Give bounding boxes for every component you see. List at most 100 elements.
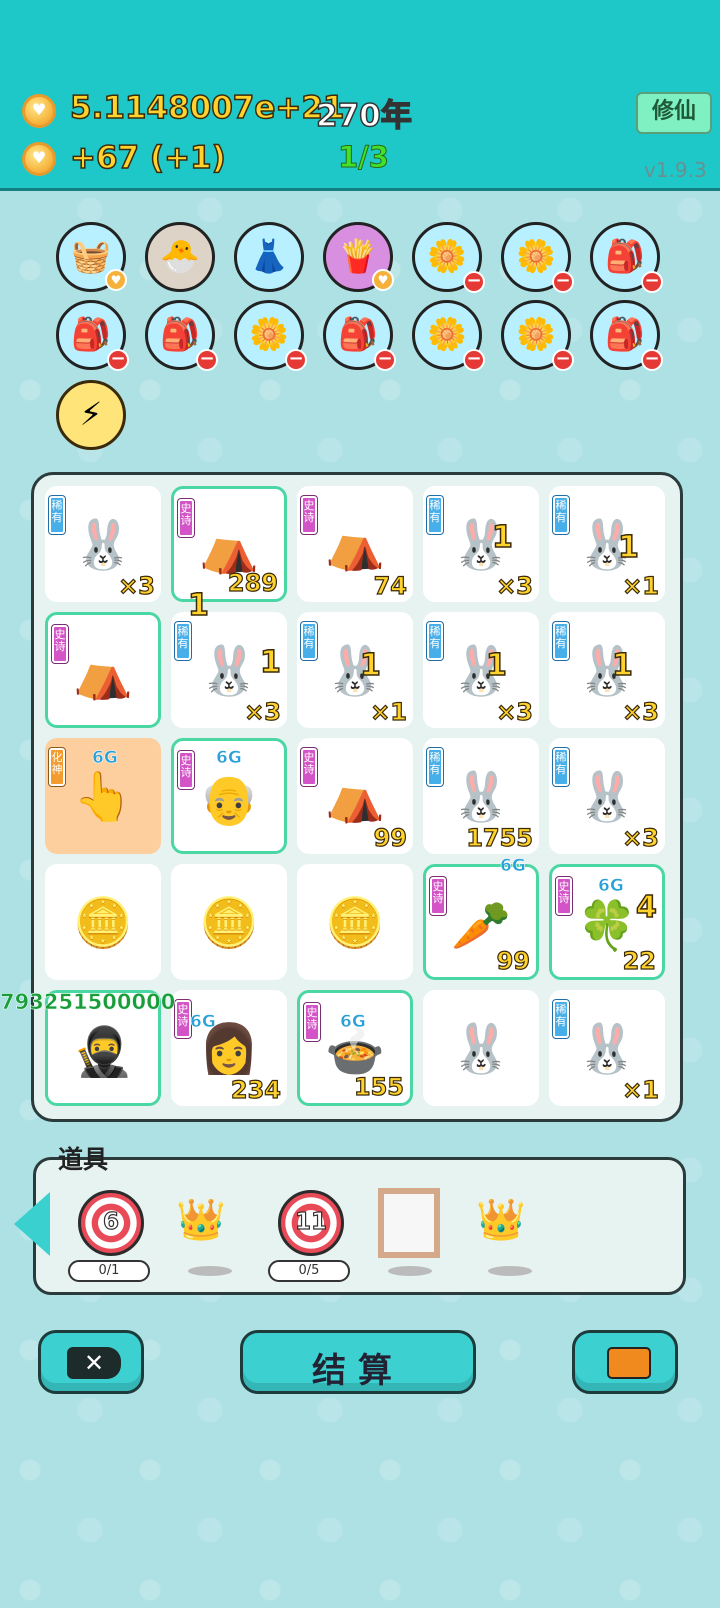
inventory-slot[interactable]: 🍟 ♥ [323, 222, 394, 292]
remove-badge-icon[interactable]: − [641, 349, 663, 371]
board-cell[interactable]: 稀有 🐰 ×1 [297, 612, 413, 728]
inventory-slot[interactable]: 🌼 − [412, 300, 485, 371]
coin-gain-number: 1 [259, 644, 281, 681]
cell-count: ×3 [496, 571, 534, 600]
generation-label: 6G [598, 876, 624, 897]
tool-shadow [488, 1266, 532, 1276]
cell-count: ×3 [118, 571, 156, 600]
cell-count: 99 [373, 823, 408, 852]
inventory-slot[interactable]: 🌼 − [501, 300, 574, 371]
cell-item-icon: ⛺ [73, 646, 133, 702]
inventory-slot[interactable]: 🎒 − [56, 300, 129, 371]
board-cell[interactable]: 史诗 ⛺ 289 [171, 486, 287, 602]
cell-item-icon: 🪙 [325, 895, 385, 951]
tool-shadow [388, 1266, 432, 1276]
generation-label: 6G [216, 748, 242, 769]
inventory-slot[interactable]: 🎒 − [590, 300, 663, 371]
settle-button[interactable]: 结算 [240, 1330, 476, 1394]
coin-rate-icon [22, 142, 56, 176]
remove-badge-icon[interactable]: − [463, 271, 485, 293]
board-cell[interactable]: 稀有 🐰 1755 [423, 738, 539, 854]
inventory-slot[interactable]: 🧺 ♥ [56, 222, 127, 292]
cell-item-icon: ⛺ [325, 769, 385, 825]
inventory-slot[interactable]: ⚡ [56, 380, 126, 450]
close-button[interactable]: ✕ [38, 1330, 144, 1394]
board-cell[interactable]: 🪙 [45, 864, 161, 980]
inventory-slot[interactable]: 🎒 − [590, 222, 663, 293]
inventory-slot[interactable]: 🎒 − [145, 300, 218, 371]
board-cell[interactable]: 史诗 👩 234 [171, 990, 287, 1106]
cell-item-icon: 🐰 [577, 769, 637, 825]
cell-item-icon: 🐰 [451, 517, 511, 573]
cell-item-icon: ⛺ [199, 520, 259, 576]
target-tool-number: 11 [294, 1208, 327, 1235]
inventory-slot[interactable]: 🌼 − [501, 222, 574, 293]
cell-count: ×3 [622, 823, 660, 852]
board-cell[interactable]: 稀有 🐰 ×3 [423, 612, 539, 728]
target-tool-icon[interactable]: 6 [78, 1190, 144, 1256]
inventory-button[interactable] [572, 1330, 678, 1394]
cultivate-button[interactable]: 修仙 [636, 92, 712, 134]
board-cell[interactable]: 史诗 ⛺ [45, 612, 161, 728]
board-cell[interactable]: 稀有 🐰 ×3 [549, 738, 665, 854]
inventory-slot[interactable]: 🌼 − [234, 300, 307, 371]
cell-item-icon: 🐰 [577, 643, 637, 699]
inventory-slot[interactable]: 🎒 − [323, 300, 396, 371]
coin-gain-number: 1 [359, 647, 381, 684]
frame-tool-icon[interactable] [378, 1188, 440, 1258]
target-tool-icon[interactable]: 11 [278, 1190, 344, 1256]
board-cell[interactable]: 🪙 [297, 864, 413, 980]
coin-icon [22, 94, 56, 128]
cell-count: 99 [496, 946, 531, 975]
tools-left-arrow-icon[interactable] [14, 1192, 50, 1256]
board-cell[interactable]: 稀有 🐰 ×1 [549, 486, 665, 602]
inventory-slot[interactable]: 👗 [234, 222, 304, 292]
board-cell[interactable]: 史诗 🍲 155 [297, 990, 413, 1106]
board-cell[interactable]: 稀有 🐰 ×3 [549, 612, 665, 728]
cell-item-icon: ⛺ [325, 517, 385, 573]
board-cell[interactable]: 🪙 [171, 864, 287, 980]
floating-score: 793251500000 [0, 990, 176, 1015]
remove-badge-icon[interactable]: − [107, 349, 129, 371]
coin-gain-number: 1 [491, 519, 513, 556]
board-cell[interactable]: 史诗 🥕 99 [423, 864, 539, 980]
cell-count: ×1 [370, 697, 408, 726]
cell-count: 74 [373, 571, 408, 600]
remove-badge-icon[interactable]: − [463, 349, 485, 371]
remove-badge-icon[interactable]: − [552, 349, 574, 371]
board-cell[interactable]: 🐰 [423, 990, 539, 1106]
board-cell[interactable]: 史诗 ⛺ 74 [297, 486, 413, 602]
generation-label: 6G [340, 1012, 366, 1033]
board-cell[interactable]: 史诗 ⛺ 99 [297, 738, 413, 854]
cell-count: 1755 [466, 823, 534, 852]
cell-item-icon: 👆 [73, 769, 133, 825]
remove-badge-icon[interactable]: − [374, 349, 396, 371]
cell-count: ×3 [496, 697, 534, 726]
cell-item-icon: 🐰 [451, 769, 511, 825]
remove-badge-icon[interactable]: − [196, 349, 218, 371]
board-cell[interactable]: 稀有 🐰 ×1 [549, 990, 665, 1106]
inventory-slot[interactable]: 🐣 [145, 222, 215, 292]
cell-item-icon: 🐰 [73, 517, 133, 573]
board-cell[interactable]: 稀有 🐰 ×3 [423, 486, 539, 602]
remove-badge-icon[interactable]: − [285, 349, 307, 371]
briefcase-icon [607, 1347, 651, 1379]
inventory-slot[interactable]: 🌼 − [412, 222, 485, 293]
tool-progress: 0/5 [268, 1260, 350, 1282]
board-cell[interactable]: 稀有 🐰 ×3 [45, 486, 161, 602]
crown-tool-icon[interactable]: 👑 [476, 1196, 526, 1243]
remove-badge-icon[interactable]: − [552, 271, 574, 293]
cell-item-icon: 🐰 [325, 643, 385, 699]
inventory-item-icon: 🐣 [160, 237, 200, 275]
heart-badge-icon: ♥ [105, 269, 127, 291]
income-rate: +67 (+1) [69, 139, 226, 177]
inventory-item-icon: ⚡ [79, 395, 103, 433]
page-indicator: 1/3 [338, 140, 390, 175]
remove-badge-icon[interactable]: − [641, 271, 663, 293]
crown-tool-icon[interactable]: 👑 [176, 1196, 226, 1243]
close-icon: ✕ [67, 1347, 121, 1379]
cell-count: ×1 [622, 1075, 660, 1104]
cell-count: ×3 [622, 697, 660, 726]
cell-item-icon: 🪙 [199, 895, 259, 951]
generation-label: 6G [500, 856, 526, 877]
